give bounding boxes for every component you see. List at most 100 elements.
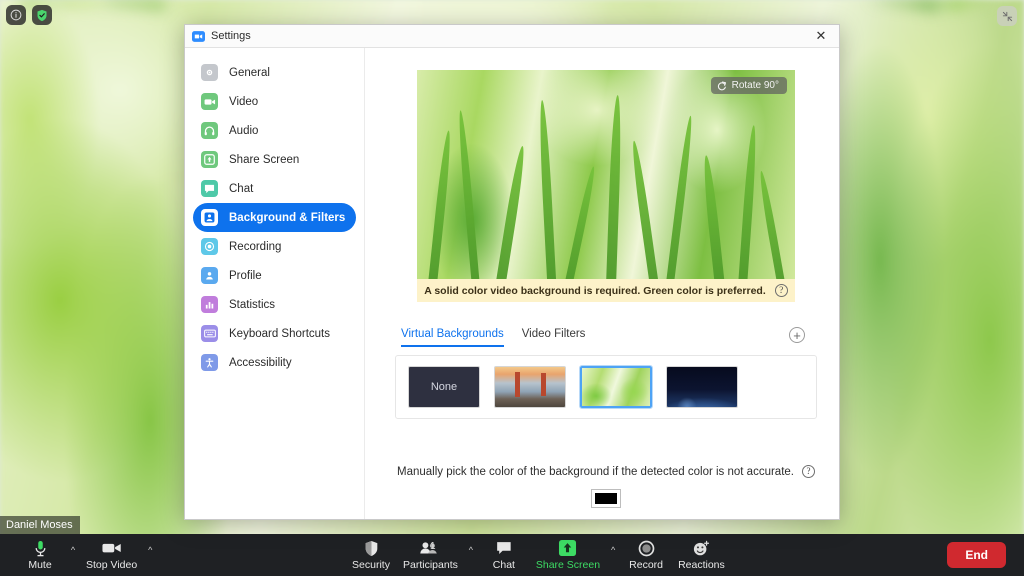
sidebar-label: Background & Filters [229, 212, 345, 224]
sidebar-label: Audio [229, 125, 258, 137]
rotate-icon [717, 81, 727, 91]
sidebar-item-profile[interactable]: Profile [193, 261, 356, 290]
participants-label: Participants [403, 559, 458, 571]
background-option-grass[interactable] [580, 366, 652, 408]
background-option-space[interactable] [666, 366, 738, 408]
tab-video-filters[interactable]: Video Filters [522, 328, 586, 347]
chat-icon [201, 180, 218, 197]
manual-color-row: Manually pick the color of the backgroun… [395, 465, 817, 478]
rotate-90-label: Rotate 90° [732, 80, 779, 91]
share-options-caret[interactable]: ^ [606, 534, 620, 576]
add-background-button[interactable]: + [789, 327, 805, 343]
share-screen-button[interactable]: Share Screen [530, 534, 606, 576]
chat-bubble-icon [496, 539, 512, 557]
headphones-icon [201, 122, 218, 139]
record-icon [201, 238, 218, 255]
background-option-none[interactable]: None [408, 366, 480, 408]
background-color-swatch[interactable] [592, 490, 620, 507]
share-arrow-icon [558, 539, 577, 557]
exit-fullscreen-button[interactable] [997, 6, 1017, 26]
sidebar-label: Statistics [229, 299, 275, 311]
tab-virtual-backgrounds[interactable]: Virtual Backgrounds [401, 328, 504, 347]
exit-fullscreen-icon [1002, 11, 1013, 22]
settings-content-panel: Rotate 90° A solid color video backgroun… [365, 48, 839, 519]
sidebar-label: Chat [229, 183, 253, 195]
record-button[interactable]: Record [620, 534, 672, 576]
microphone-icon [33, 539, 48, 557]
sidebar-item-accessibility[interactable]: Accessibility [193, 348, 356, 377]
sidebar-item-background-filters[interactable]: Background & Filters [193, 203, 356, 232]
sidebar-label: General [229, 67, 270, 79]
participant-name-label: Daniel Moses [0, 516, 80, 534]
stop-video-label: Stop Video [86, 559, 137, 571]
video-options-caret[interactable]: ^ [143, 534, 157, 576]
participants-options-caret[interactable]: ^ [464, 534, 478, 576]
camera-icon [102, 539, 122, 557]
background-tabs: Virtual Backgrounds Video Filters + [395, 328, 817, 347]
reactions-label: Reactions [678, 559, 725, 571]
close-icon[interactable]: ✕ [803, 25, 839, 48]
settings-body: General Video Audio Share Screen [185, 48, 839, 519]
meeting-toolbar: Mute ^ Stop Video ^ Security [0, 534, 1024, 576]
sidebar-label: Video [229, 96, 258, 108]
sidebar-label: Profile [229, 270, 262, 282]
camera-icon [201, 93, 218, 110]
settings-sidebar: General Video Audio Share Screen [185, 48, 365, 519]
security-button[interactable]: Security [345, 534, 397, 576]
manual-color-text: Manually pick the color of the backgroun… [397, 466, 794, 478]
chat-button[interactable]: Chat [478, 534, 530, 576]
share-screen-icon [201, 151, 218, 168]
sidebar-label: Share Screen [229, 154, 299, 166]
share-screen-label: Share Screen [536, 559, 600, 571]
profile-icon [201, 267, 218, 284]
help-icon[interactable]: ? [802, 465, 815, 478]
meeting-status-badges [6, 5, 52, 25]
shield-check-icon [36, 9, 48, 22]
green-screen-warning-banner: A solid color video background is requir… [417, 279, 795, 302]
settings-window: Settings ✕ General Video Audi [184, 24, 840, 520]
meeting-info-button[interactable] [6, 5, 26, 25]
record-circle-icon [638, 539, 655, 557]
sidebar-label: Recording [229, 241, 281, 253]
chat-label: Chat [493, 559, 515, 571]
zoom-app-icon [192, 30, 205, 43]
accessibility-icon [201, 354, 218, 371]
color-swatch-row [395, 490, 817, 507]
sidebar-item-video[interactable]: Video [193, 87, 356, 116]
sidebar-item-recording[interactable]: Recording [193, 232, 356, 261]
mute-button[interactable]: Mute [14, 534, 66, 576]
encryption-status-button[interactable] [32, 5, 52, 25]
sidebar-item-audio[interactable]: Audio [193, 116, 356, 145]
sidebar-label: Accessibility [229, 357, 292, 369]
settings-window-title: Settings [211, 30, 251, 42]
virtual-background-grid: None [395, 355, 817, 419]
sidebar-item-chat[interactable]: Chat [193, 174, 356, 203]
sidebar-item-statistics[interactable]: Statistics [193, 290, 356, 319]
participants-button[interactable]: 1 Participants [397, 534, 464, 576]
audio-options-caret[interactable]: ^ [66, 534, 80, 576]
video-preview-image [417, 70, 795, 302]
background-option-label: None [431, 381, 457, 393]
gear-icon [201, 64, 218, 81]
stop-video-button[interactable]: Stop Video [80, 534, 143, 576]
rotate-90-button[interactable]: Rotate 90° [711, 77, 787, 94]
sidebar-item-general[interactable]: General [193, 58, 356, 87]
smiley-plus-icon [692, 539, 710, 557]
participants-count: 1 [430, 541, 436, 552]
reactions-button[interactable]: Reactions [672, 534, 731, 576]
sidebar-item-share-screen[interactable]: Share Screen [193, 145, 356, 174]
help-icon[interactable]: ? [775, 284, 788, 297]
background-option-bridge[interactable] [494, 366, 566, 408]
sidebar-label: Keyboard Shortcuts [229, 328, 330, 340]
statistics-icon [201, 296, 218, 313]
info-icon [10, 9, 22, 21]
end-meeting-button[interactable]: End [947, 542, 1006, 568]
security-label: Security [352, 559, 390, 571]
sidebar-item-keyboard-shortcuts[interactable]: Keyboard Shortcuts [193, 319, 356, 348]
video-preview: Rotate 90° A solid color video backgroun… [417, 70, 795, 302]
banner-text: A solid color video background is requir… [424, 285, 766, 297]
mute-label: Mute [28, 559, 51, 571]
keyboard-icon [201, 325, 218, 342]
record-label: Record [629, 559, 663, 571]
shield-icon [364, 539, 379, 557]
